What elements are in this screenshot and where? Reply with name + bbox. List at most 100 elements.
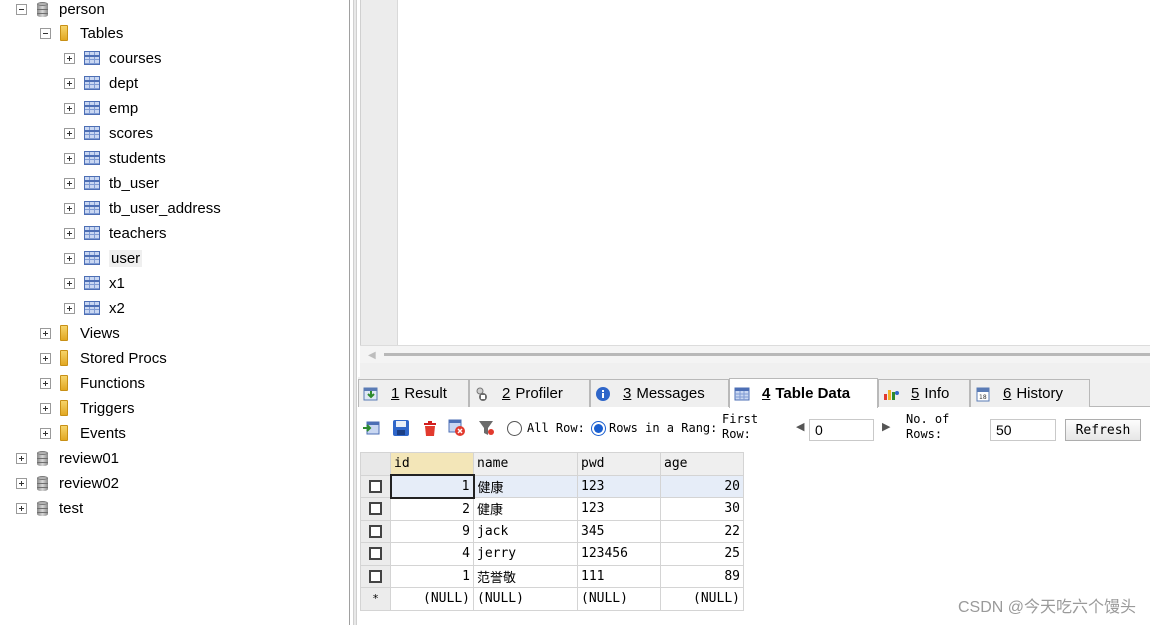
tree-node-database[interactable]: review02 <box>16 472 119 494</box>
scrollbar-thumb[interactable] <box>384 353 1150 356</box>
expand-icon[interactable] <box>64 202 75 214</box>
tab-profiler[interactable]: 2 Profiler <box>469 379 590 407</box>
expand-icon[interactable] <box>40 402 51 414</box>
cell-age[interactable]: 25 <box>660 542 744 566</box>
expand-icon[interactable] <box>64 227 75 239</box>
tree-node-table[interactable]: courses <box>64 47 162 69</box>
query-editor[interactable] <box>360 0 1150 345</box>
tree-node-folder[interactable]: Views <box>40 322 120 344</box>
cell-name[interactable]: 范誉敬 <box>473 564 578 588</box>
row-selector[interactable] <box>360 497 391 521</box>
all-rows-radio[interactable] <box>507 421 522 436</box>
collapse-icon[interactable] <box>40 27 51 39</box>
table-row[interactable]: 1 健康 123 20 <box>360 474 744 499</box>
cell-pwd[interactable]: 111 <box>577 564 661 588</box>
tree-node-table[interactable]: tb_user_address <box>64 197 221 219</box>
expand-icon[interactable] <box>64 277 75 289</box>
cell-name[interactable]: 健康 <box>473 474 578 498</box>
row-checkbox[interactable] <box>369 569 382 583</box>
tree-node-table[interactable]: dept <box>64 72 138 94</box>
tree-node-table[interactable]: user <box>64 247 143 269</box>
row-selector[interactable] <box>360 542 391 566</box>
editor-results-splitter[interactable] <box>360 363 1150 377</box>
cell-id[interactable]: 1 <box>390 564 474 588</box>
refresh-button[interactable]: Refresh <box>1065 419 1141 441</box>
row-checkbox[interactable] <box>368 479 382 493</box>
cell-null[interactable]: (NULL) <box>390 587 474 611</box>
expand-icon[interactable] <box>64 252 75 264</box>
cell-null[interactable]: (NULL) <box>577 587 661 611</box>
tree-node-table[interactable]: emp <box>64 97 138 119</box>
cancel-changes-icon[interactable] <box>448 419 466 437</box>
expand-icon[interactable] <box>64 102 75 114</box>
cell-id[interactable]: 4 <box>390 542 474 566</box>
column-header-age[interactable]: age <box>660 452 744 476</box>
table-row[interactable]: 1 范誉敬 111 89 <box>360 564 744 588</box>
column-header-name[interactable]: name <box>473 452 578 476</box>
cell-age[interactable]: 22 <box>660 519 744 543</box>
tab-info[interactable]: 5 Info <box>878 379 970 407</box>
row-checkbox[interactable] <box>369 502 382 516</box>
expand-icon[interactable] <box>64 77 75 89</box>
panel-splitter[interactable] <box>353 0 357 625</box>
prev-page-icon[interactable]: ◀ <box>796 420 804 433</box>
tab-result[interactable]: 1 Result <box>358 379 469 407</box>
expand-icon[interactable] <box>64 152 75 164</box>
next-page-icon[interactable]: ▶ <box>882 420 890 433</box>
no-of-rows-field[interactable]: 50 <box>990 419 1056 441</box>
cell-id[interactable]: 9 <box>390 519 474 543</box>
expand-icon[interactable] <box>64 52 75 64</box>
grid-corner[interactable] <box>360 452 391 476</box>
cell-null[interactable]: (NULL) <box>473 587 578 611</box>
expand-icon[interactable] <box>40 352 51 364</box>
row-selector[interactable] <box>360 474 391 498</box>
horizontal-scrollbar[interactable]: ◀ <box>360 345 1150 363</box>
filter-icon[interactable] <box>477 419 495 437</box>
row-checkbox[interactable] <box>369 524 382 538</box>
cell-null[interactable]: (NULL) <box>660 587 744 611</box>
tab-table-data[interactable]: 4 Table Data <box>729 378 878 408</box>
collapse-icon[interactable] <box>16 3 27 15</box>
tree-node-folder[interactable]: Stored Procs <box>40 347 167 369</box>
tree-node-table[interactable]: x1 <box>64 272 125 294</box>
cell-id[interactable]: 2 <box>390 497 474 521</box>
tree-node-table[interactable]: x2 <box>64 297 125 319</box>
cell-pwd[interactable]: 123456 <box>577 542 661 566</box>
row-selector[interactable] <box>360 519 391 543</box>
tab-messages[interactable]: 3 Messages <box>590 379 729 407</box>
row-checkbox[interactable] <box>369 547 382 561</box>
tree-node-table[interactable]: tb_user <box>64 172 159 194</box>
expand-icon[interactable] <box>16 452 27 464</box>
tree-node-database[interactable]: review01 <box>16 447 119 469</box>
expand-icon[interactable] <box>64 177 75 189</box>
new-row[interactable]: * (NULL) (NULL) (NULL) (NULL) <box>360 587 744 611</box>
cell-pwd[interactable]: 123 <box>577 474 661 498</box>
tree-node-table[interactable]: students <box>64 147 166 169</box>
expand-icon[interactable] <box>16 477 27 489</box>
insert-row-icon[interactable] <box>362 419 380 437</box>
cell-name[interactable]: jerry <box>473 542 578 566</box>
tree-node-table[interactable]: teachers <box>64 222 167 244</box>
tree-node-person[interactable]: person <box>16 0 105 20</box>
first-row-field[interactable]: 0 <box>809 419 874 441</box>
cell-pwd[interactable]: 345 <box>577 519 661 543</box>
table-row[interactable]: 9 jack 345 22 <box>360 519 744 543</box>
expand-icon[interactable] <box>40 377 51 389</box>
cell-pwd[interactable]: 123 <box>577 497 661 521</box>
row-selector[interactable] <box>360 564 391 588</box>
cell-age[interactable]: 30 <box>660 497 744 521</box>
rows-in-range-radio[interactable] <box>591 421 606 436</box>
table-row[interactable]: 2 健康 123 30 <box>360 497 744 521</box>
cell-age[interactable]: 89 <box>660 564 744 588</box>
delete-icon[interactable] <box>421 419 439 437</box>
tree-node-folder[interactable]: Functions <box>40 372 145 394</box>
tree-node-table[interactable]: scores <box>64 122 153 144</box>
expand-icon[interactable] <box>64 302 75 314</box>
tree-node-database[interactable]: test <box>16 497 83 519</box>
new-row-marker[interactable]: * <box>360 587 391 611</box>
cell-name[interactable]: jack <box>473 519 578 543</box>
cell-id[interactable]: 1 <box>389 474 475 499</box>
cell-name[interactable]: 健康 <box>473 497 578 521</box>
tab-history[interactable]: 18 6 History <box>970 379 1090 407</box>
cell-age[interactable]: 20 <box>660 474 744 498</box>
